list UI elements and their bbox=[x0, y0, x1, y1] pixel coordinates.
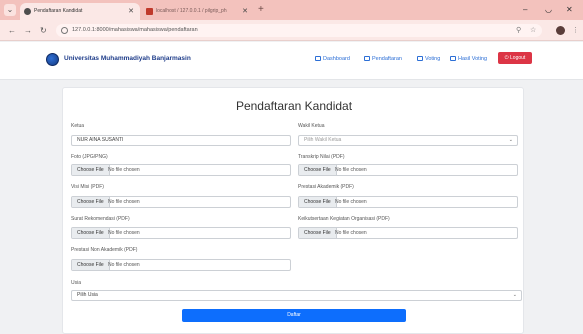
tab-title: Pendaftaran Kandidat bbox=[34, 8, 83, 14]
choose-file-button[interactable]: Choose File bbox=[72, 165, 110, 175]
nav-hasil-voting[interactable]: Hasil Voting bbox=[450, 56, 487, 62]
url-input[interactable]: 127.0.0.1:8000/mahasiswa/mahasiswa/penda… bbox=[56, 24, 542, 37]
prestasi-non-akademik-file-input[interactable]: Choose File No file chosen bbox=[71, 259, 291, 271]
file-status: No file chosen bbox=[335, 230, 367, 236]
url-text: 127.0.0.1:8000/mahasiswa/mahasiswa/penda… bbox=[72, 27, 198, 33]
prestasi-akademik-file-input[interactable]: Choose File No file chosen bbox=[298, 196, 518, 208]
usia-select[interactable]: Pilih Usia ⌄ bbox=[71, 290, 522, 301]
choose-file-button[interactable]: Choose File bbox=[299, 228, 337, 238]
tab-title: localhost / 127.0.0.1 / pilgrip_ph bbox=[156, 8, 227, 14]
foto-file-input[interactable]: Choose File No file chosen bbox=[71, 164, 291, 176]
favicon-icon bbox=[24, 8, 31, 15]
submit-button[interactable]: Daftar bbox=[182, 309, 406, 322]
organisasi-file-input[interactable]: Choose File No file chosen bbox=[298, 227, 518, 239]
site-info-icon[interactable] bbox=[61, 27, 68, 34]
favicon-icon bbox=[146, 8, 153, 15]
choose-file-button[interactable]: Choose File bbox=[72, 197, 110, 207]
choose-file-button[interactable]: Choose File bbox=[72, 260, 110, 270]
prestasi-non-akademik-label: Prestasi Non Akademik (PDF) bbox=[71, 247, 138, 253]
file-status: No file chosen bbox=[108, 230, 140, 236]
chevron-down-icon: ⌄ bbox=[512, 292, 517, 298]
tab-search-icon[interactable]: ⌄ bbox=[4, 4, 16, 16]
choose-file-button[interactable]: Choose File bbox=[299, 197, 337, 207]
browser-tab-bar: ⌄ Pendaftaran Kandidat ✕ localhost / 127… bbox=[0, 0, 583, 20]
page-title: Pendaftaran Kandidat bbox=[235, 99, 353, 113]
reload-icon[interactable]: ↻ bbox=[40, 25, 47, 36]
tab-close-icon[interactable]: ✕ bbox=[128, 3, 134, 20]
file-status: No file chosen bbox=[335, 167, 367, 173]
organisasi-label: Keikutsertaan Kegiatan Organisasi (PDF) bbox=[298, 216, 390, 222]
restore-button[interactable]: ◡ bbox=[545, 4, 552, 16]
file-status: No file chosen bbox=[108, 199, 140, 205]
choose-file-button[interactable]: Choose File bbox=[299, 165, 337, 175]
browser-tab-inactive[interactable]: localhost / 127.0.0.1 / pilgrip_ph ✕ bbox=[142, 3, 254, 20]
foto-label: Foto (JPG/PNG) bbox=[71, 154, 108, 160]
ketua-field[interactable]: NUR AINA SUSANTI bbox=[71, 135, 291, 146]
visi-misi-file-input[interactable]: Choose File No file chosen bbox=[71, 196, 291, 208]
file-status: No file chosen bbox=[108, 262, 140, 268]
browser-menu-icon[interactable]: ⋮ bbox=[572, 25, 579, 36]
surat-rekomendasi-label: Surat Rekomendasi (PDF) bbox=[71, 216, 130, 222]
brand-name[interactable]: Universitas Muhammadiyah Banjarmasin bbox=[64, 55, 191, 62]
file-status: No file chosen bbox=[108, 167, 140, 173]
profile-avatar[interactable] bbox=[556, 26, 565, 35]
check-icon bbox=[417, 56, 423, 61]
logout-button[interactable]: ⏻ Logout bbox=[498, 52, 532, 64]
wakil-ketua-select[interactable]: Pilih Wakil Ketua ⌄ bbox=[298, 135, 518, 146]
chart-icon bbox=[450, 56, 456, 61]
minimize-button[interactable]: – bbox=[523, 4, 527, 16]
file-status: No file chosen bbox=[335, 199, 367, 205]
app-navbar: Universitas Muhammadiyah Banjarmasin Das… bbox=[0, 42, 583, 80]
chevron-down-icon: ⌄ bbox=[508, 137, 513, 143]
address-bar: ← → ↻ 127.0.0.1:8000/mahasiswa/mahasiswa… bbox=[0, 20, 583, 41]
university-logo-icon bbox=[46, 53, 59, 66]
edit-icon bbox=[364, 56, 370, 61]
bookmark-star-icon[interactable]: ☆ bbox=[530, 25, 536, 36]
surat-rekomendasi-file-input[interactable]: Choose File No file chosen bbox=[71, 227, 291, 239]
ketua-label: Ketua bbox=[71, 123, 85, 129]
tab-close-icon[interactable]: ✕ bbox=[242, 3, 248, 20]
choose-file-button[interactable]: Choose File bbox=[72, 228, 110, 238]
home-icon bbox=[315, 56, 321, 61]
wakil-ketua-label: Wakil Ketua bbox=[298, 123, 325, 129]
usia-label: Usia bbox=[71, 280, 82, 286]
nav-voting[interactable]: Voting bbox=[417, 56, 440, 62]
close-window-button[interactable]: ✕ bbox=[566, 4, 573, 16]
visi-misi-label: Visi Misi (PDF) bbox=[71, 184, 104, 190]
zoom-icon[interactable]: ⚲ bbox=[516, 25, 521, 36]
nav-pendaftaran[interactable]: Pendaftaran bbox=[364, 56, 402, 62]
transkrip-label: Transkrip Nilai (PDF) bbox=[298, 154, 345, 160]
transkrip-file-input[interactable]: Choose File No file chosen bbox=[298, 164, 518, 176]
nav-dashboard[interactable]: Dashboard bbox=[315, 56, 350, 62]
prestasi-akademik-label: Prestasi Akademik (PDF) bbox=[298, 184, 354, 190]
browser-tab-active[interactable]: Pendaftaran Kandidat ✕ bbox=[20, 3, 140, 20]
forward-arrow-icon[interactable]: → bbox=[24, 25, 32, 36]
new-tab-button[interactable]: + bbox=[258, 3, 264, 17]
back-arrow-icon[interactable]: ← bbox=[8, 25, 16, 36]
